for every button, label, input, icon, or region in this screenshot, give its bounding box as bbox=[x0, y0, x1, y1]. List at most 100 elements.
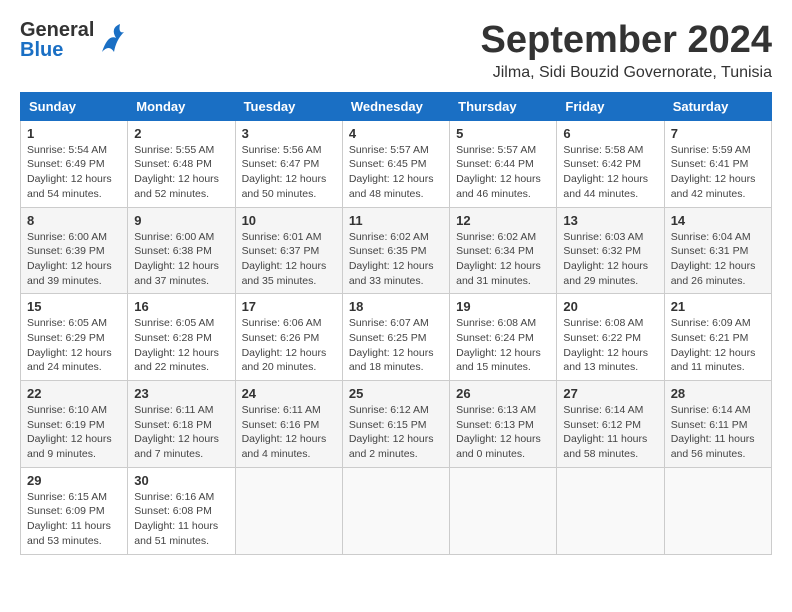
location-subtitle: Jilma, Sidi Bouzid Governorate, Tunisia bbox=[481, 64, 773, 82]
sunrise-label: Sunrise: 6:15 AM bbox=[27, 491, 107, 503]
daylight-label: Daylight: 12 hours and 9 minutes. bbox=[27, 433, 112, 460]
sunset-label: Sunset: 6:39 PM bbox=[27, 245, 105, 257]
table-row bbox=[235, 467, 342, 554]
table-row: 26 Sunrise: 6:13 AM Sunset: 6:13 PM Dayl… bbox=[450, 381, 557, 468]
title-block: September 2024 Jilma, Sidi Bouzid Govern… bbox=[481, 20, 773, 82]
table-row: 3 Sunrise: 5:56 AM Sunset: 6:47 PM Dayli… bbox=[235, 120, 342, 207]
day-number: 5 bbox=[456, 126, 550, 141]
day-number: 4 bbox=[349, 126, 443, 141]
day-info: Sunrise: 6:00 AM Sunset: 6:38 PM Dayligh… bbox=[134, 230, 228, 289]
daylight-label: Daylight: 12 hours and 13 minutes. bbox=[563, 347, 648, 374]
day-number: 22 bbox=[27, 386, 121, 401]
daylight-label: Daylight: 12 hours and 11 minutes. bbox=[671, 347, 756, 374]
day-info: Sunrise: 6:08 AM Sunset: 6:24 PM Dayligh… bbox=[456, 316, 550, 375]
day-number: 11 bbox=[349, 213, 443, 228]
day-number: 12 bbox=[456, 213, 550, 228]
day-number: 1 bbox=[27, 126, 121, 141]
table-row: 12 Sunrise: 6:02 AM Sunset: 6:34 PM Dayl… bbox=[450, 207, 557, 294]
day-info: Sunrise: 6:10 AM Sunset: 6:19 PM Dayligh… bbox=[27, 403, 121, 462]
sunrise-label: Sunrise: 5:55 AM bbox=[134, 144, 214, 156]
daylight-label: Daylight: 12 hours and 39 minutes. bbox=[27, 260, 112, 287]
page-container: General Blue September 2024 Jilma, Sidi … bbox=[20, 20, 772, 555]
sunrise-label: Sunrise: 6:08 AM bbox=[563, 317, 643, 329]
day-info: Sunrise: 6:01 AM Sunset: 6:37 PM Dayligh… bbox=[242, 230, 336, 289]
day-number: 8 bbox=[27, 213, 121, 228]
daylight-label: Daylight: 12 hours and 7 minutes. bbox=[134, 433, 219, 460]
sunrise-label: Sunrise: 6:06 AM bbox=[242, 317, 322, 329]
daylight-label: Daylight: 12 hours and 20 minutes. bbox=[242, 347, 327, 374]
day-info: Sunrise: 6:11 AM Sunset: 6:18 PM Dayligh… bbox=[134, 403, 228, 462]
sunset-label: Sunset: 6:49 PM bbox=[27, 158, 105, 170]
table-row: 14 Sunrise: 6:04 AM Sunset: 6:31 PM Dayl… bbox=[664, 207, 771, 294]
sunrise-label: Sunrise: 6:03 AM bbox=[563, 231, 643, 243]
daylight-label: Daylight: 11 hours and 56 minutes. bbox=[671, 433, 755, 460]
sunset-label: Sunset: 6:38 PM bbox=[134, 245, 212, 257]
sunset-label: Sunset: 6:34 PM bbox=[456, 245, 534, 257]
day-number: 6 bbox=[563, 126, 657, 141]
sunset-label: Sunset: 6:28 PM bbox=[134, 332, 212, 344]
day-info: Sunrise: 5:56 AM Sunset: 6:47 PM Dayligh… bbox=[242, 143, 336, 202]
sunset-label: Sunset: 6:37 PM bbox=[242, 245, 320, 257]
table-row: 25 Sunrise: 6:12 AM Sunset: 6:15 PM Dayl… bbox=[342, 381, 449, 468]
daylight-label: Daylight: 12 hours and 22 minutes. bbox=[134, 347, 219, 374]
day-number: 29 bbox=[27, 473, 121, 488]
day-info: Sunrise: 5:57 AM Sunset: 6:45 PM Dayligh… bbox=[349, 143, 443, 202]
day-number: 20 bbox=[563, 299, 657, 314]
sunrise-label: Sunrise: 6:11 AM bbox=[134, 404, 213, 416]
sunset-label: Sunset: 6:21 PM bbox=[671, 332, 749, 344]
daylight-label: Daylight: 11 hours and 58 minutes. bbox=[563, 433, 647, 460]
day-number: 2 bbox=[134, 126, 228, 141]
daylight-label: Daylight: 12 hours and 46 minutes. bbox=[456, 173, 541, 200]
daylight-label: Daylight: 12 hours and 18 minutes. bbox=[349, 347, 434, 374]
day-number: 27 bbox=[563, 386, 657, 401]
header-wednesday: Wednesday bbox=[342, 92, 449, 120]
day-number: 23 bbox=[134, 386, 228, 401]
calendar-week-row: 22 Sunrise: 6:10 AM Sunset: 6:19 PM Dayl… bbox=[21, 381, 772, 468]
day-info: Sunrise: 6:06 AM Sunset: 6:26 PM Dayligh… bbox=[242, 316, 336, 375]
sunrise-label: Sunrise: 6:08 AM bbox=[456, 317, 536, 329]
daylight-label: Daylight: 12 hours and 33 minutes. bbox=[349, 260, 434, 287]
day-number: 26 bbox=[456, 386, 550, 401]
sunrise-label: Sunrise: 5:59 AM bbox=[671, 144, 751, 156]
day-number: 21 bbox=[671, 299, 765, 314]
day-number: 10 bbox=[242, 213, 336, 228]
day-number: 24 bbox=[242, 386, 336, 401]
day-number: 19 bbox=[456, 299, 550, 314]
day-info: Sunrise: 6:15 AM Sunset: 6:09 PM Dayligh… bbox=[27, 490, 121, 549]
header-saturday: Saturday bbox=[664, 92, 771, 120]
table-row: 8 Sunrise: 6:00 AM Sunset: 6:39 PM Dayli… bbox=[21, 207, 128, 294]
day-info: Sunrise: 6:02 AM Sunset: 6:34 PM Dayligh… bbox=[456, 230, 550, 289]
table-row: 24 Sunrise: 6:11 AM Sunset: 6:16 PM Dayl… bbox=[235, 381, 342, 468]
sunset-label: Sunset: 6:11 PM bbox=[671, 419, 748, 431]
day-info: Sunrise: 5:59 AM Sunset: 6:41 PM Dayligh… bbox=[671, 143, 765, 202]
month-title: September 2024 bbox=[481, 20, 773, 62]
table-row: 20 Sunrise: 6:08 AM Sunset: 6:22 PM Dayl… bbox=[557, 294, 664, 381]
sunrise-label: Sunrise: 6:14 AM bbox=[563, 404, 643, 416]
logo: General Blue bbox=[20, 20, 126, 60]
header-monday: Monday bbox=[128, 92, 235, 120]
sunset-label: Sunset: 6:41 PM bbox=[671, 158, 749, 170]
sunset-label: Sunset: 6:19 PM bbox=[27, 419, 105, 431]
table-row: 30 Sunrise: 6:16 AM Sunset: 6:08 PM Dayl… bbox=[128, 467, 235, 554]
day-info: Sunrise: 6:08 AM Sunset: 6:22 PM Dayligh… bbox=[563, 316, 657, 375]
calendar-table: Sunday Monday Tuesday Wednesday Thursday… bbox=[20, 92, 772, 555]
day-number: 16 bbox=[134, 299, 228, 314]
sunset-label: Sunset: 6:26 PM bbox=[242, 332, 320, 344]
calendar-header-row: Sunday Monday Tuesday Wednesday Thursday… bbox=[21, 92, 772, 120]
daylight-label: Daylight: 12 hours and 42 minutes. bbox=[671, 173, 756, 200]
table-row bbox=[450, 467, 557, 554]
sunset-label: Sunset: 6:12 PM bbox=[563, 419, 641, 431]
sunrise-label: Sunrise: 6:07 AM bbox=[349, 317, 429, 329]
calendar-week-row: 15 Sunrise: 6:05 AM Sunset: 6:29 PM Dayl… bbox=[21, 294, 772, 381]
sunset-label: Sunset: 6:16 PM bbox=[242, 419, 320, 431]
sunrise-label: Sunrise: 5:58 AM bbox=[563, 144, 643, 156]
daylight-label: Daylight: 12 hours and 37 minutes. bbox=[134, 260, 219, 287]
table-row bbox=[664, 467, 771, 554]
daylight-label: Daylight: 12 hours and 26 minutes. bbox=[671, 260, 756, 287]
day-info: Sunrise: 6:13 AM Sunset: 6:13 PM Dayligh… bbox=[456, 403, 550, 462]
day-number: 13 bbox=[563, 213, 657, 228]
day-number: 15 bbox=[27, 299, 121, 314]
header-tuesday: Tuesday bbox=[235, 92, 342, 120]
calendar-week-row: 29 Sunrise: 6:15 AM Sunset: 6:09 PM Dayl… bbox=[21, 467, 772, 554]
daylight-label: Daylight: 12 hours and 54 minutes. bbox=[27, 173, 112, 200]
